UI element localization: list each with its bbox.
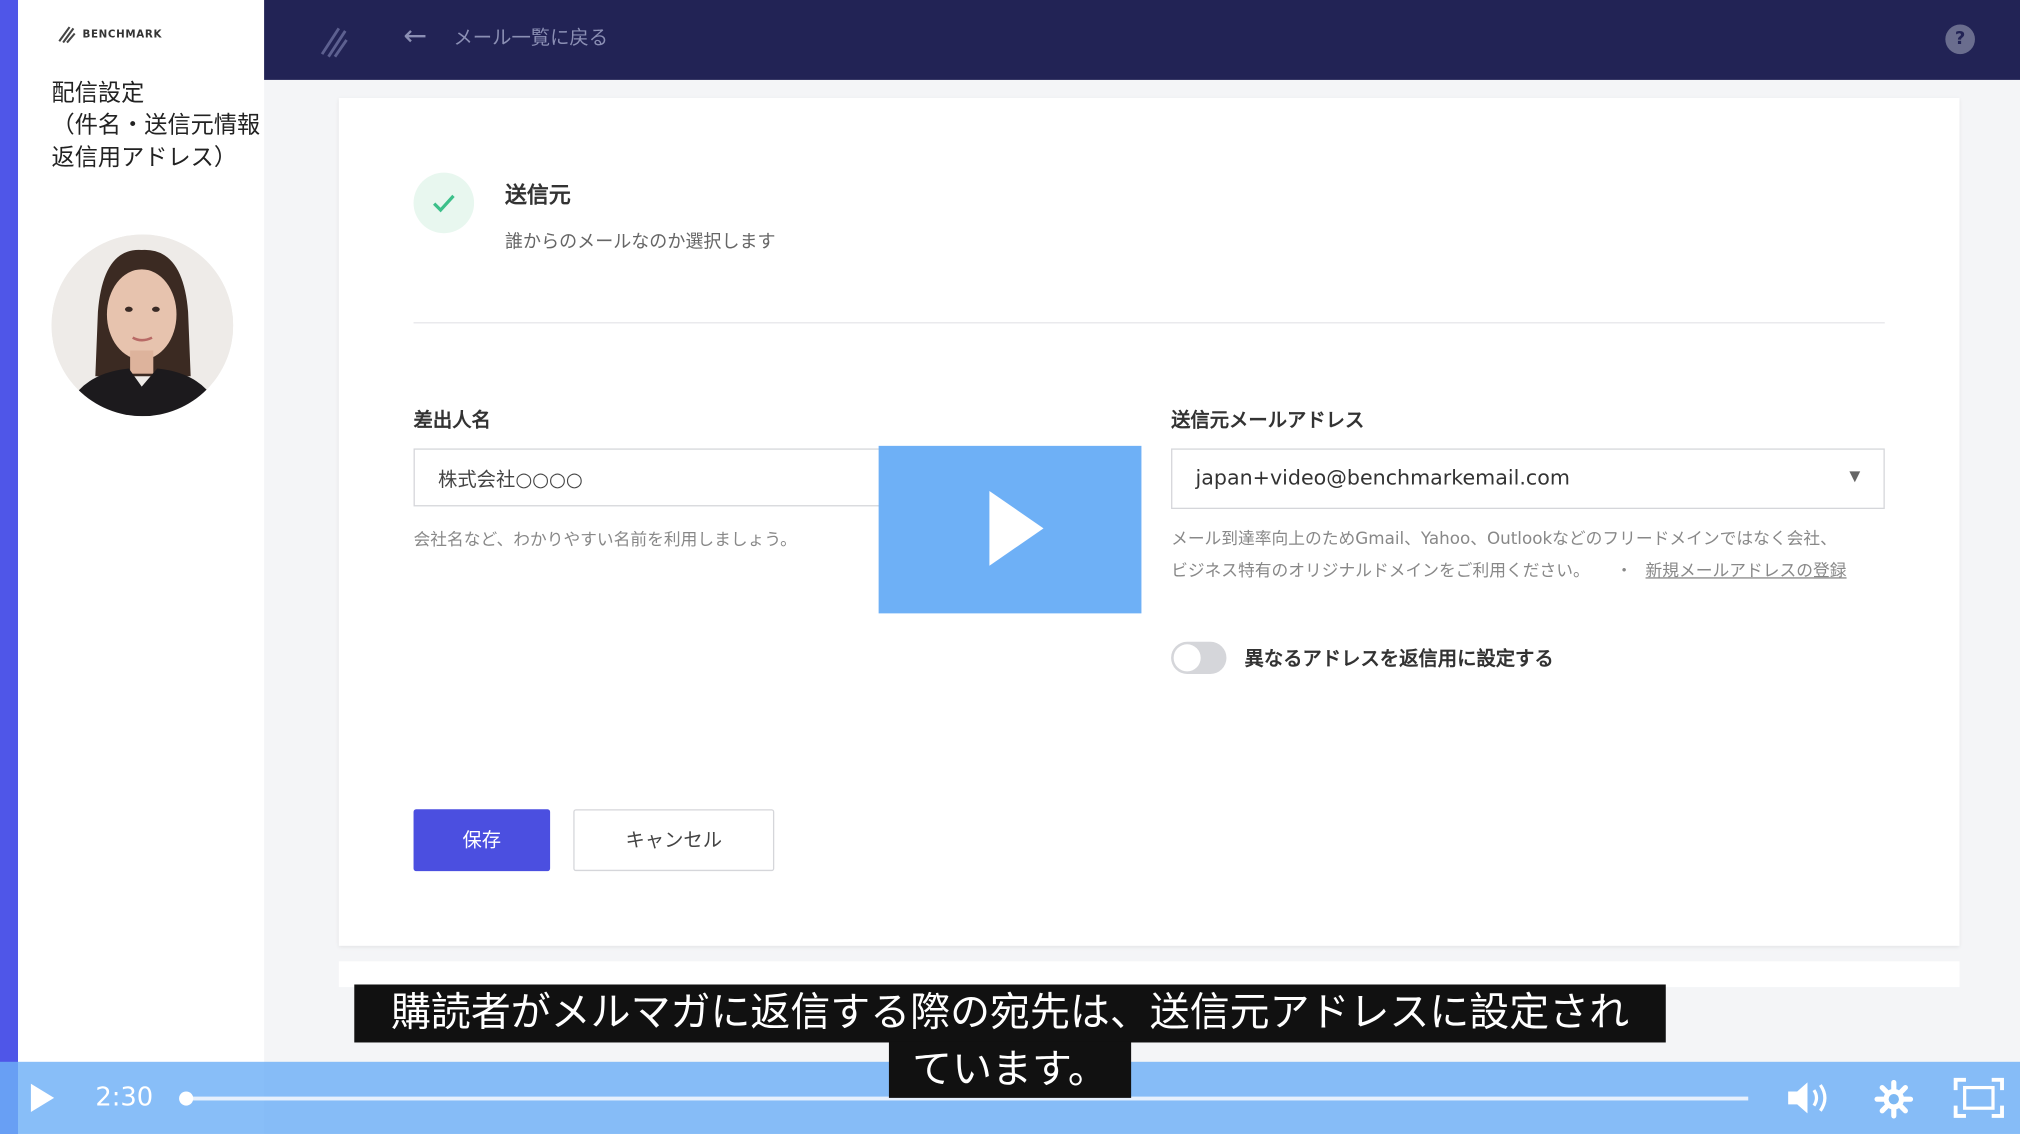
sender-name-input[interactable]: 株式会社○○○○	[413, 448, 929, 507]
play-icon	[989, 490, 1044, 566]
fullscreen-icon[interactable]	[1953, 1077, 2005, 1118]
progress-knob[interactable]	[179, 1091, 194, 1106]
benchmark-logo-icon	[58, 26, 76, 44]
section-description: 誰からのメールなのか選択します	[505, 231, 776, 253]
sender-name-label: 差出人名	[413, 408, 491, 432]
next-card	[338, 961, 1960, 988]
volume-icon[interactable]	[1784, 1077, 1833, 1118]
sender-email-value: japan+video@benchmarkemail.com	[1195, 465, 1570, 490]
sender-name-help: 会社名など、わかりやすい名前を利用しましょう。	[413, 530, 797, 551]
presenter-avatar	[51, 234, 234, 417]
play-icon[interactable]	[28, 1081, 56, 1115]
section-title: 送信元	[505, 182, 571, 209]
sender-email-select[interactable]: japan+video@benchmarkemail.com ▼	[1171, 448, 1885, 509]
app-logo-icon[interactable]	[318, 21, 351, 60]
subtitle-line-1: 購読者がメルマガに返信する際の宛先は、送信元アドレスに設定され	[354, 984, 1666, 1043]
sender-name-value: 株式会社○○○○	[438, 467, 583, 491]
sender-settings-card: 送信元 誰からのメールなのか選択します 差出人名 株式会社○○○○ 会社名など、…	[338, 97, 1960, 946]
reply-address-toggle[interactable]	[1171, 641, 1227, 674]
sender-email-help-line1: メール到達率向上のためGmail、Yahoo、Outlookなどのフリードメイン…	[1171, 529, 1837, 549]
current-time: 2:30	[95, 1081, 154, 1113]
arrow-left-icon[interactable]: ←	[403, 21, 427, 53]
check-icon	[413, 172, 475, 234]
link-separator: ・	[1615, 561, 1633, 582]
register-email-link[interactable]: 新規メールアドレスの登録	[1646, 562, 1847, 581]
sender-email-help-line2: ビジネス特有のオリジナルドメインをご利用ください。	[1171, 561, 1590, 582]
gear-icon[interactable]	[1874, 1079, 1914, 1119]
accent-strip	[0, 0, 19, 1134]
reply-address-toggle-label: 異なるアドレスを返信用に設定する	[1244, 646, 1554, 671]
back-to-list-link[interactable]: メール一覧に戻る	[453, 23, 608, 50]
chevron-down-icon: ▼	[1849, 467, 1861, 485]
toggle-knob	[1173, 644, 1201, 672]
subtitle-line-2: ています。	[888, 1041, 1132, 1098]
sender-email-label: 送信元メールアドレス	[1171, 408, 1365, 432]
save-button[interactable]: 保存	[413, 809, 551, 872]
cancel-button[interactable]: キャンセル	[573, 809, 775, 872]
sender-email-help: メール到達率向上のためGmail、Yahoo、Outlookなどのフリードメイン…	[1171, 523, 1846, 587]
big-play-button[interactable]	[878, 445, 1142, 614]
lesson-title: 配信設定 （件名・送信元情報 返信用アドレス）	[51, 79, 261, 172]
app-header: ← メール一覧に戻る ?	[264, 0, 2020, 80]
video-frame: BENCHMARK 配信設定 （件名・送信元情報 返信用アドレス） ← メール一…	[0, 0, 2020, 1134]
divider	[413, 322, 1885, 324]
benchmark-logo: BENCHMARK	[57, 23, 162, 44]
logo-text: BENCHMARK	[82, 27, 163, 40]
side-panel: BENCHMARK 配信設定 （件名・送信元情報 返信用アドレス）	[18, 0, 265, 1134]
help-icon[interactable]: ?	[1945, 24, 1975, 55]
